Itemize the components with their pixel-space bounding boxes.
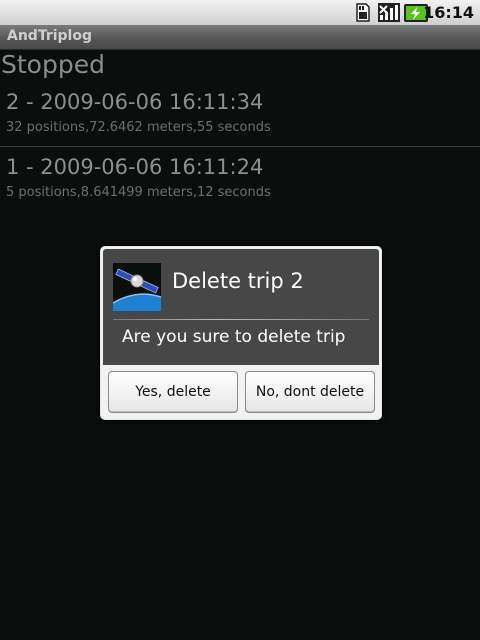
dialog-title: Delete trip 2 <box>172 269 304 293</box>
list-item[interactable]: 2 - 2009-06-06 16:11:34 32 positions,72.… <box>0 90 480 147</box>
clock: 16:14 <box>423 3 474 22</box>
cancel-delete-button[interactable]: No, dont delete <box>245 371 375 413</box>
title-bar: AndTriplog <box>0 25 480 50</box>
status-bar: 16:14 <box>0 0 480 25</box>
app-title: AndTriplog <box>7 28 92 44</box>
confirm-delete-button[interactable]: Yes, delete <box>108 371 238 413</box>
trip-detail: 5 positions,8.641499 meters,12 seconds <box>6 185 271 200</box>
trip-title: 2 - 2009-06-06 16:11:34 <box>6 90 264 114</box>
delete-trip-dialog: Delete trip 2 Are you sure to delete tri… <box>100 246 382 420</box>
sd-card-icon <box>356 3 370 22</box>
dialog-divider <box>113 319 369 320</box>
dialog-body: Delete trip 2 Are you sure to delete tri… <box>103 249 379 365</box>
trip-title: 1 - 2009-06-06 16:11:24 <box>6 155 264 179</box>
dialog-message: Are you sure to delete trip <box>122 327 346 347</box>
list-item[interactable]: 1 - 2009-06-06 16:11:24 5 positions,8.64… <box>0 155 480 211</box>
satellite-icon <box>113 263 161 311</box>
signal-icon <box>378 3 400 22</box>
tracking-state: Stopped <box>1 50 105 79</box>
trip-detail: 32 positions,72.6462 meters,55 seconds <box>6 120 271 135</box>
